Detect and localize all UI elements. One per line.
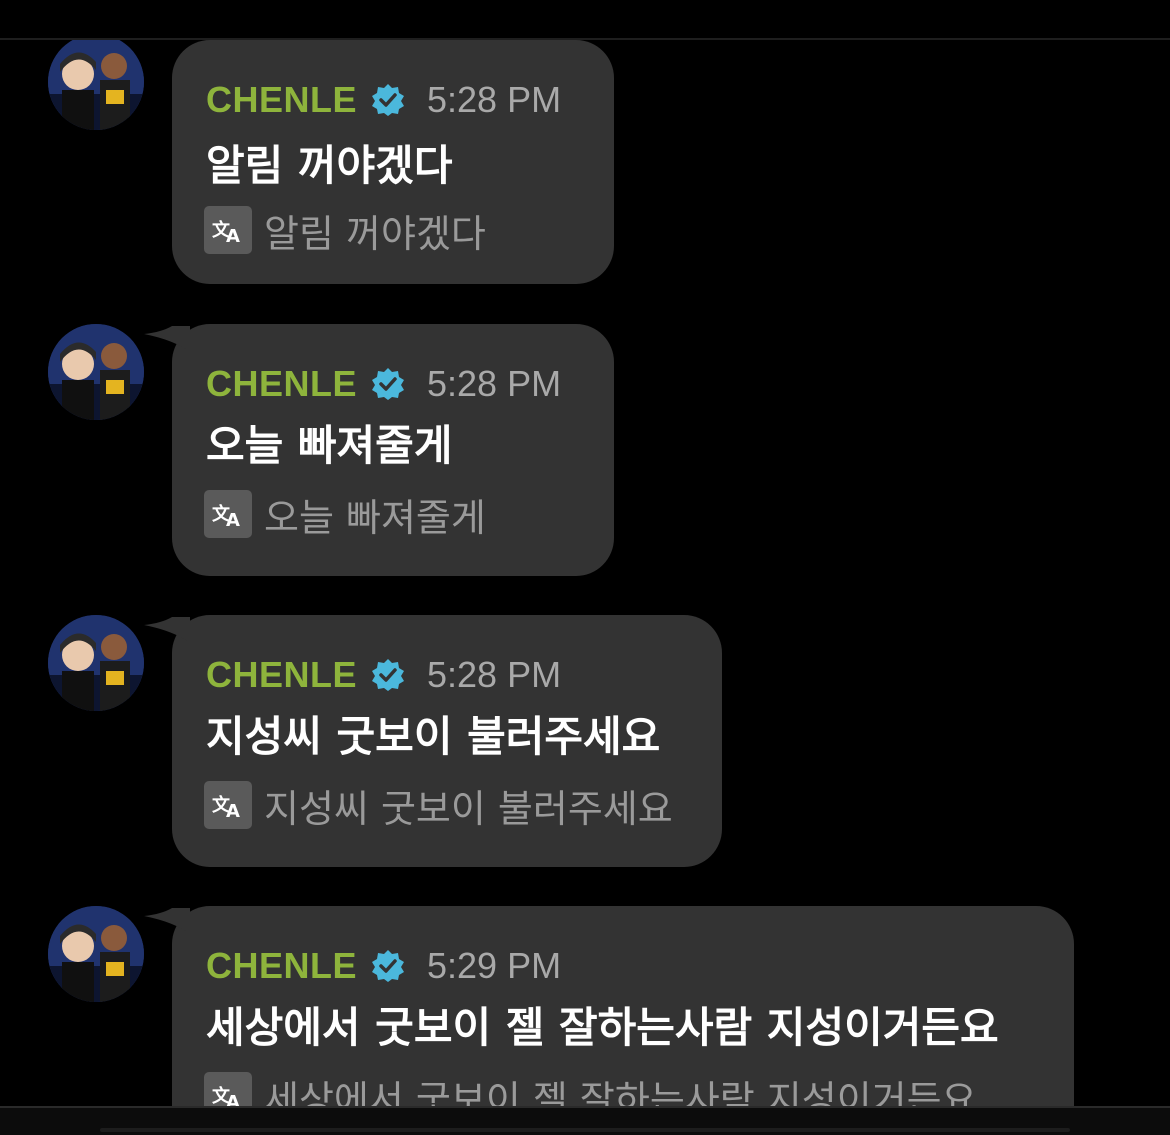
translated-text: 세상에서 굿보이 젤 잘하는사람 지성이거든요 xyxy=(264,1077,977,1107)
profile-photo xyxy=(48,40,144,130)
bubble-tail xyxy=(144,908,190,934)
verified-badge-icon xyxy=(372,950,405,982)
profile-photo xyxy=(48,906,144,1002)
message-text: 세상에서 굿보이 젤 잘하는사람 지성이거든요 xyxy=(206,1003,999,1052)
message-time: 5:29 PM xyxy=(427,945,562,986)
message-bubble[interactable]: CHENLE 5:28 PM 알림 꺼야겠다 文 A 알림 꺼야겠다 xyxy=(172,40,614,284)
translate-icon[interactable]: 文 A xyxy=(204,490,252,538)
translation-row[interactable]: 文 A 알림 꺼야겠다 xyxy=(204,206,486,256)
message-header: CHENLE 5:28 PM xyxy=(206,363,562,405)
sender-name[interactable]: CHENLE xyxy=(206,79,357,121)
svg-text:A: A xyxy=(226,1092,240,1106)
translation-row[interactable]: 文 A 오늘 빠져줄게 xyxy=(204,490,486,540)
avatar[interactable] xyxy=(48,615,144,711)
message-time: 5:28 PM xyxy=(427,363,562,404)
svg-text:A: A xyxy=(226,510,240,531)
bubble-tail xyxy=(144,326,190,352)
verified-badge-icon xyxy=(372,84,405,116)
avatar[interactable] xyxy=(48,906,144,1002)
profile-photo xyxy=(48,324,144,420)
verified-badge-icon xyxy=(372,659,405,691)
profile-photo xyxy=(48,615,144,711)
avatar[interactable] xyxy=(48,40,144,130)
translation-row[interactable]: 文 A 지성씨 굿보이 불러주세요 xyxy=(204,781,673,831)
translated-text: 알림 꺼야겠다 xyxy=(264,211,486,256)
translated-text: 지성씨 굿보이 불러주세요 xyxy=(264,786,673,831)
svg-text:A: A xyxy=(226,226,240,247)
svg-text:A: A xyxy=(226,801,240,822)
translate-icon[interactable]: 文 A xyxy=(204,206,252,254)
sender-name[interactable]: CHENLE xyxy=(206,654,357,696)
message-header: CHENLE 5:29 PM xyxy=(206,945,562,987)
sender-name[interactable]: CHENLE xyxy=(206,363,357,405)
message-text: 지성씨 굿보이 불러주세요 xyxy=(206,712,661,761)
bubble-tail xyxy=(144,617,190,643)
translation-row[interactable]: 文 A 세상에서 굿보이 젤 잘하는사람 지성이거든요 xyxy=(204,1072,977,1106)
message-text: 오늘 빠져줄게 xyxy=(206,421,453,470)
avatar[interactable] xyxy=(48,324,144,420)
message-time: 5:28 PM xyxy=(427,654,562,695)
translated-text: 오늘 빠져줄게 xyxy=(264,495,486,540)
message-text: 알림 꺼야겠다 xyxy=(206,141,453,190)
message-header: CHENLE 5:28 PM xyxy=(206,654,562,696)
verified-badge-icon xyxy=(372,368,405,400)
sender-name[interactable]: CHENLE xyxy=(206,945,357,987)
bottom-bar xyxy=(0,1106,1170,1135)
message-bubble[interactable]: CHENLE 5:28 PM 지성씨 굿보이 불러주세요 文 A 지성씨 굿보이… xyxy=(144,615,722,867)
message-bubble[interactable]: CHENLE 5:28 PM 오늘 빠져줄게 文 A 오늘 빠져줄게 xyxy=(144,324,614,576)
home-indicator[interactable] xyxy=(100,1128,1070,1132)
translate-icon[interactable]: 文 A xyxy=(204,781,252,829)
message-time: 5:28 PM xyxy=(427,79,562,120)
message-bubble[interactable]: CHENLE 5:29 PM 세상에서 굿보이 젤 잘하는사람 지성이거든요 文… xyxy=(144,906,1074,1106)
message-feed[interactable]: CHENLE 5:28 PM 알림 꺼야겠다 文 A 알림 꺼야겠다 CHENL… xyxy=(0,40,1170,1106)
message-header: CHENLE 5:28 PM xyxy=(206,79,562,121)
translate-icon[interactable]: 文 A xyxy=(204,1072,252,1106)
